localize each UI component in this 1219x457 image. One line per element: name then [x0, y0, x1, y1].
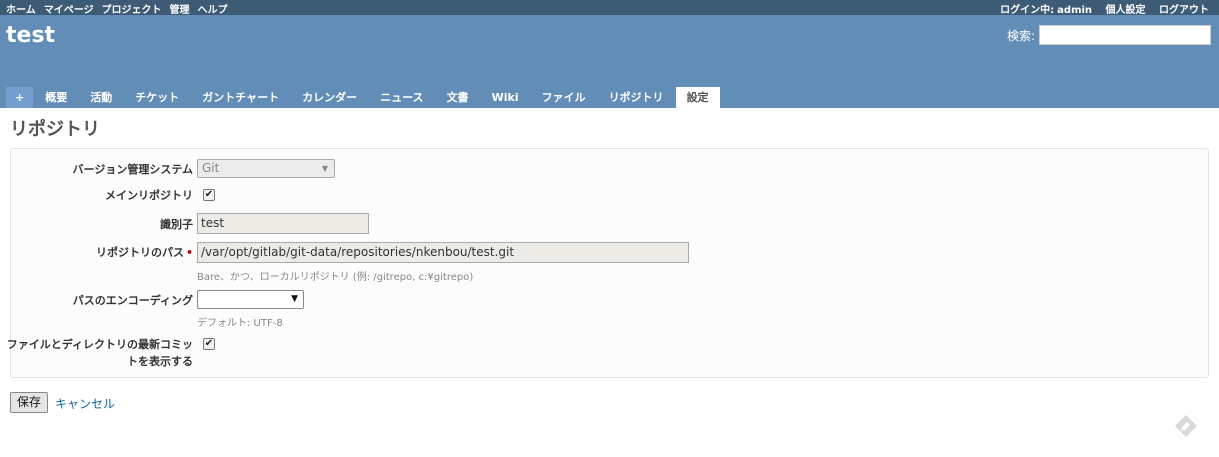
tab-files[interactable]: ファイル	[531, 87, 597, 108]
tab-repository[interactable]: リポジトリ	[598, 87, 675, 108]
save-button[interactable]: 保存	[10, 392, 49, 413]
new-object-tab[interactable]: +	[6, 87, 34, 108]
scm-select[interactable]: Git ▼	[197, 159, 335, 178]
dropdown-arrow-icon: ▼	[291, 294, 298, 304]
tab-wiki[interactable]: Wiki	[481, 87, 530, 108]
top-menu-left: ホーム マイページ プロジェクト 管理 ヘルプ	[6, 1, 236, 16]
tab-settings[interactable]: 設定	[675, 87, 720, 108]
encoding-label: パスのエンコーディング	[72, 294, 193, 307]
tab-issues[interactable]: チケット	[124, 87, 190, 108]
tab-documents[interactable]: 文書	[436, 87, 480, 108]
feedback-icon[interactable]	[1174, 414, 1198, 438]
quick-search: 検索:	[1007, 25, 1211, 45]
page-title: リポジトリ	[10, 119, 100, 140]
path-input[interactable]: /var/opt/gitlab/git-data/repositories/nk…	[197, 242, 689, 263]
main-repo-label: メインリポジトリ	[105, 189, 193, 202]
report-last-commit-checkbox[interactable]: ✔	[203, 338, 215, 350]
path-hint: Bare、かつ、ローカルリポジトリ (例: /gitrepo, c:¥gitre…	[197, 272, 474, 283]
cancel-link[interactable]: キャンセル	[55, 395, 115, 412]
tab-news[interactable]: ニュース	[369, 87, 434, 108]
tab-calendar[interactable]: カレンダー	[291, 87, 368, 108]
main-menu: + 概要 活動 チケット ガントチャート カレンダー ニュース 文書 Wiki …	[6, 87, 721, 108]
top-menu-right: ログイン中: admin 個人設定 ログアウト	[1000, 1, 1209, 16]
scm-label: バージョン管理システム	[72, 163, 193, 176]
encoding-select[interactable]: ▼	[197, 290, 304, 309]
path-label-wrap: リポジトリのパス •	[96, 244, 193, 260]
report-last-commit-label: ファイルとディレクトリの最新コミットを表示する	[7, 336, 193, 370]
required-mark: •	[185, 246, 193, 259]
report-last-commit-label-line2: トを表示する	[127, 355, 193, 368]
header: test 検索: + 概要 活動 チケット ガントチャート カレンダー ニュース…	[0, 15, 1219, 108]
scm-select-value: Git	[202, 161, 220, 175]
search-label: 検索:	[1006, 28, 1035, 43]
tab-activity[interactable]: 活動	[79, 87, 123, 108]
encoding-hint: デフォルト: UTF-8	[197, 318, 283, 329]
report-last-commit-label-line1: ファイルとディレクトリの最新コミッ	[6, 338, 193, 351]
top-menu: ホーム マイページ プロジェクト 管理 ヘルプ ログイン中: admin 個人設定 ログア…	[0, 0, 1219, 16]
project-title: test	[6, 23, 56, 48]
chevron-down-icon: ▼	[321, 164, 328, 173]
repository-form-box: バージョン管理システム Git ▼ メインリポジトリ ✔ 識別子 test リポ…	[7, 148, 1209, 378]
main-repo-checkbox[interactable]: ✔	[203, 189, 215, 201]
identifier-label: 識別子	[160, 218, 193, 231]
identifier-input[interactable]: test	[197, 213, 369, 234]
search-input[interactable]	[1039, 25, 1211, 45]
path-label: リポジトリのパス	[95, 246, 184, 259]
tab-overview[interactable]: 概要	[34, 87, 78, 108]
tab-gantt[interactable]: ガントチャート	[191, 87, 290, 108]
